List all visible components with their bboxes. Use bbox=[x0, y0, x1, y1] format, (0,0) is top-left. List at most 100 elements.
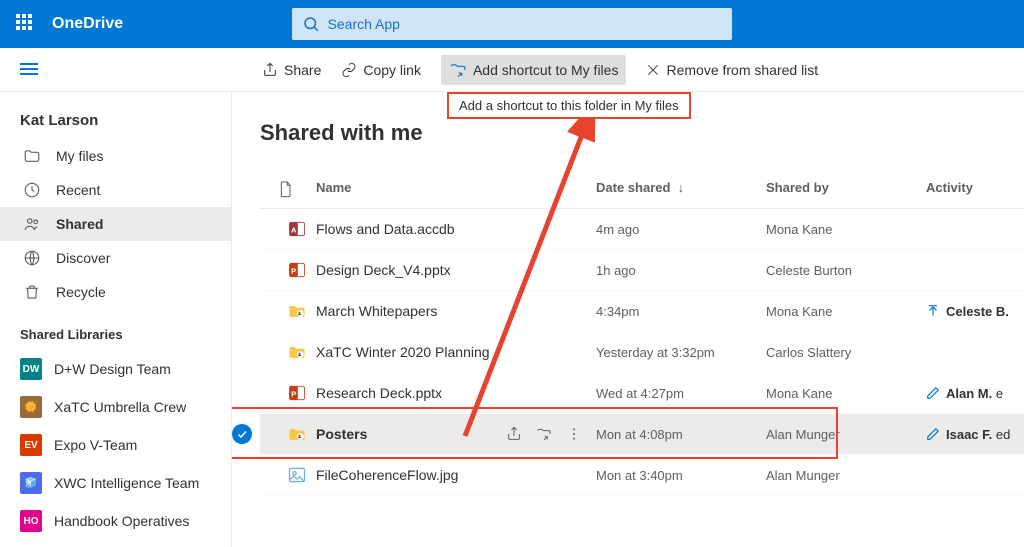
remove-shared-button[interactable]: Remove from shared list bbox=[646, 62, 818, 78]
sidebar-item-label: Recent bbox=[56, 182, 100, 198]
sidebar-item-label: My files bbox=[56, 148, 103, 164]
share-button[interactable]: Share bbox=[262, 62, 321, 78]
library-item[interactable]: DW D+W Design Team bbox=[0, 350, 231, 388]
activity-icon bbox=[926, 386, 940, 400]
table-row[interactable]: Posters Mon at 4:08pm Alan Munger Isaac … bbox=[260, 414, 1024, 455]
row-more-icon[interactable] bbox=[566, 426, 582, 442]
col-sharedby[interactable]: Shared by bbox=[766, 180, 926, 200]
file-type-icon: A bbox=[260, 219, 316, 239]
library-label: XWC Intelligence Team bbox=[54, 475, 199, 491]
file-name: Posters bbox=[316, 426, 367, 442]
main-content: Shared with me Name Date shared ↓ Shared… bbox=[232, 92, 1024, 547]
activity-text: Isaac F. ed bbox=[946, 427, 1010, 442]
sidebar-item-recycle[interactable]: Recycle bbox=[0, 275, 231, 309]
library-label: Handbook Operatives bbox=[54, 513, 189, 529]
date-shared: Wed at 4:27pm bbox=[596, 386, 766, 401]
shared-by: Mona Kane bbox=[766, 222, 926, 237]
link-icon bbox=[341, 62, 357, 78]
sidebar-item-label: Recycle bbox=[56, 284, 106, 300]
table-row[interactable]: March Whitepapers 4:34pm Mona Kane Celes… bbox=[260, 291, 1024, 332]
shared-by: Alan Munger bbox=[766, 427, 926, 442]
library-label: XaTC Umbrella Crew bbox=[54, 399, 186, 415]
trash-icon bbox=[20, 283, 44, 301]
folder-shortcut-icon bbox=[449, 61, 467, 79]
table-row[interactable]: FileCoherenceFlow.jpg Mon at 3:40pm Alan… bbox=[260, 455, 1024, 496]
people-icon bbox=[20, 215, 44, 233]
activity-icon bbox=[926, 304, 940, 318]
row-check-icon[interactable] bbox=[232, 424, 252, 444]
col-activity[interactable]: Activity bbox=[926, 180, 1024, 200]
sidebar: Kat Larson My files Recent Shared Discov… bbox=[0, 92, 232, 547]
sidebar-item-label: Shared bbox=[56, 216, 103, 232]
table-header: Name Date shared ↓ Shared by Activity bbox=[260, 172, 1024, 209]
file-name: FileCoherenceFlow.jpg bbox=[316, 467, 458, 483]
col-name[interactable]: Name bbox=[316, 180, 596, 200]
add-shortcut-button[interactable]: Add shortcut to My files bbox=[441, 55, 627, 85]
date-shared: 4:34pm bbox=[596, 304, 766, 319]
file-name: March Whitepapers bbox=[316, 303, 437, 319]
search-container bbox=[292, 8, 732, 40]
row-share-icon[interactable] bbox=[506, 426, 522, 442]
library-item[interactable]: 🧊 XWC Intelligence Team bbox=[0, 464, 231, 502]
svg-text:P: P bbox=[291, 389, 296, 398]
shared-libraries-title: Shared Libraries bbox=[0, 309, 231, 350]
file-type-icon bbox=[260, 424, 316, 444]
library-item[interactable]: 🌼 XaTC Umbrella Crew bbox=[0, 388, 231, 426]
library-label: D+W Design Team bbox=[54, 361, 171, 377]
library-item[interactable]: EV Expo V-Team bbox=[0, 426, 231, 464]
library-badge: DW bbox=[20, 358, 42, 380]
file-type-icon bbox=[260, 465, 316, 485]
share-icon bbox=[262, 62, 278, 78]
command-bar: Share Copy link Add shortcut to My files… bbox=[0, 48, 1024, 92]
library-badge: HO bbox=[20, 510, 42, 532]
file-type-icon bbox=[260, 342, 316, 362]
shared-by: Carlos Slattery bbox=[766, 345, 926, 360]
date-shared: Mon at 3:40pm bbox=[596, 468, 766, 483]
file-type-icon: P bbox=[260, 260, 316, 280]
globe-icon bbox=[20, 249, 44, 267]
shared-by: Alan Munger bbox=[766, 468, 926, 483]
sidebar-item-label: Discover bbox=[56, 250, 110, 266]
table-row[interactable]: A Flows and Data.accdb 4m ago Mona Kane bbox=[260, 209, 1024, 250]
svg-text:A: A bbox=[291, 225, 297, 234]
library-label: Expo V-Team bbox=[54, 437, 137, 453]
search-icon bbox=[302, 15, 320, 33]
file-name: Design Deck_V4.pptx bbox=[316, 262, 451, 278]
table-row[interactable]: P Design Deck_V4.pptx 1h ago Celeste Bur… bbox=[260, 250, 1024, 291]
file-type-icon bbox=[260, 301, 316, 321]
menu-toggle-icon[interactable] bbox=[20, 60, 38, 78]
date-shared: Mon at 4:08pm bbox=[596, 427, 766, 442]
user-name: Kat Larson bbox=[0, 112, 231, 139]
file-header-icon bbox=[260, 180, 316, 200]
page-title: Shared with me bbox=[260, 120, 1024, 146]
file-name: Flows and Data.accdb bbox=[316, 221, 455, 237]
file-name: Research Deck.pptx bbox=[316, 385, 442, 401]
sidebar-item-myfiles[interactable]: My files bbox=[0, 139, 231, 173]
col-date[interactable]: Date shared ↓ bbox=[596, 180, 766, 200]
svg-text:P: P bbox=[291, 266, 296, 275]
table-row[interactable]: XaTC Winter 2020 Planning Yesterday at 3… bbox=[260, 332, 1024, 373]
date-shared: 4m ago bbox=[596, 222, 766, 237]
close-icon bbox=[646, 63, 660, 77]
activity-text: Celeste B. bbox=[946, 304, 1009, 319]
library-badge: EV bbox=[20, 434, 42, 456]
row-shortcut-icon[interactable] bbox=[536, 426, 552, 442]
app-name: OneDrive bbox=[52, 15, 123, 33]
file-name: XaTC Winter 2020 Planning bbox=[316, 344, 490, 360]
sidebar-item-discover[interactable]: Discover bbox=[0, 241, 231, 275]
body-wrap: Kat Larson My files Recent Shared Discov… bbox=[0, 92, 1024, 547]
library-badge: 🧊 bbox=[20, 472, 42, 494]
shared-by: Mona Kane bbox=[766, 304, 926, 319]
app-launcher-icon[interactable] bbox=[16, 14, 36, 34]
sidebar-item-recent[interactable]: Recent bbox=[0, 173, 231, 207]
date-shared: Yesterday at 3:32pm bbox=[596, 345, 766, 360]
shared-by: Mona Kane bbox=[766, 386, 926, 401]
table-row[interactable]: P Research Deck.pptx Wed at 4:27pm Mona … bbox=[260, 373, 1024, 414]
search-input[interactable] bbox=[292, 8, 732, 40]
file-type-icon: P bbox=[260, 383, 316, 403]
shared-by: Celeste Burton bbox=[766, 263, 926, 278]
copy-link-button[interactable]: Copy link bbox=[341, 62, 421, 78]
library-item[interactable]: HO Handbook Operatives bbox=[0, 502, 231, 540]
sidebar-item-shared[interactable]: Shared bbox=[0, 207, 231, 241]
folder-icon bbox=[20, 147, 44, 165]
